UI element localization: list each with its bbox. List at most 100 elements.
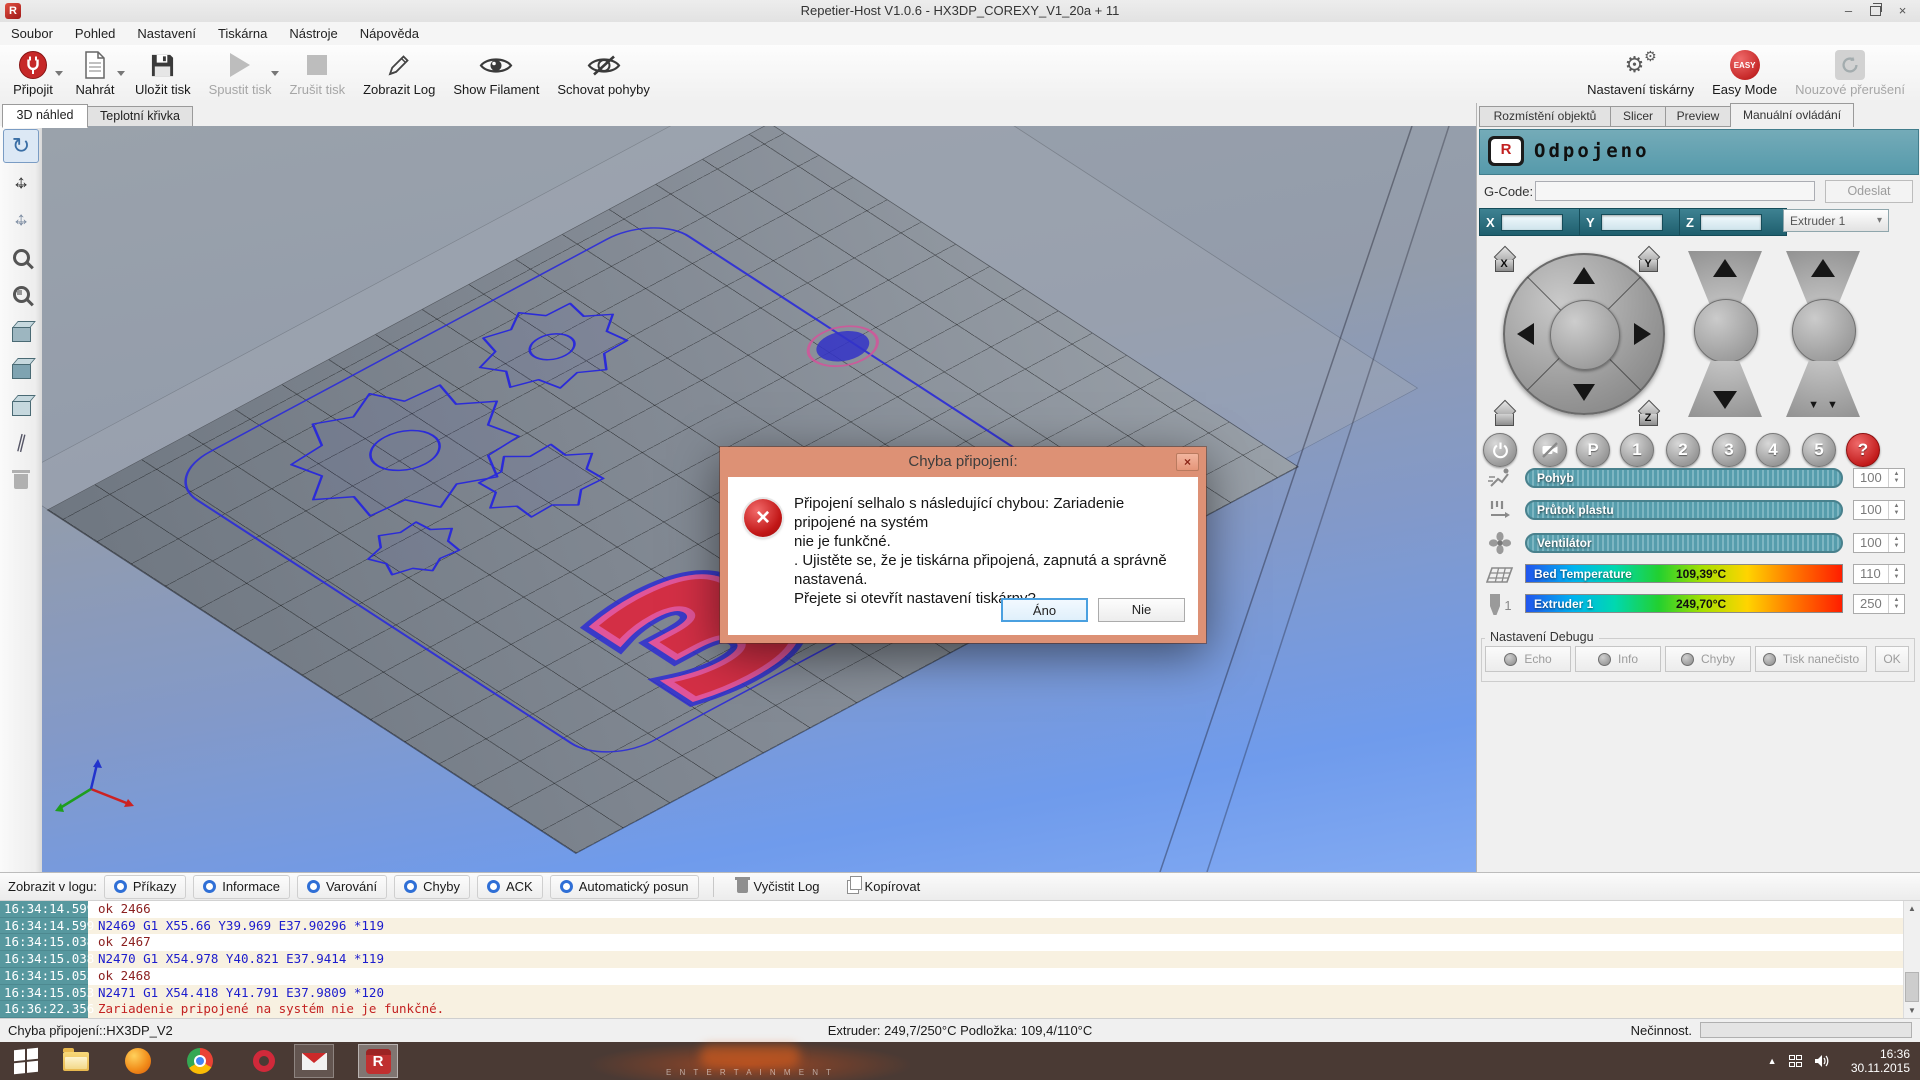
spinner-arrows-icon[interactable]: ▲▼ <box>1888 534 1904 552</box>
spinner-arrows-icon[interactable]: ▲▼ <box>1888 469 1904 487</box>
motors-off-button[interactable] <box>1483 433 1517 467</box>
yes-button[interactable]: Áno <box>1001 598 1088 622</box>
preset-3-button[interactable]: 3 <box>1712 433 1746 467</box>
home-y-button[interactable]: Y <box>1633 247 1663 275</box>
flow-spinner[interactable]: 100▲▼ <box>1853 500 1905 520</box>
spinner-arrows-icon[interactable]: ▲▼ <box>1888 501 1904 519</box>
restore-button[interactable] <box>1862 1 1889 20</box>
extruder-jog-control[interactable]: ▼▼ <box>1781 251 1865 417</box>
volume-icon[interactable] <box>1814 1054 1830 1068</box>
taskbar-repetier[interactable]: R <box>358 1044 398 1078</box>
menu-pohled[interactable]: Pohled <box>64 22 126 45</box>
taskbar-mail[interactable] <box>294 1044 334 1078</box>
zoom-button[interactable] <box>3 240 39 274</box>
dialog-close-button[interactable]: × <box>1176 453 1199 471</box>
log-panel[interactable]: 16:34:14.599ok 2466 16:34:14.599N2469 G1… <box>0 901 1920 1018</box>
taskbar-clock[interactable]: 16:36 30.11.2015 <box>1842 1047 1918 1075</box>
help-button[interactable]: ? <box>1846 433 1880 467</box>
rotate-view-button[interactable]: ↻ <box>3 129 39 163</box>
taskbar-firefox[interactable] <box>118 1044 158 1078</box>
show-filament-button[interactable]: Show Filament <box>444 45 548 103</box>
spinner-arrows-icon[interactable]: ▲▼ <box>1888 595 1904 613</box>
preset-2-button[interactable]: 2 <box>1666 433 1700 467</box>
connect-button[interactable]: Připojit <box>2 45 64 103</box>
preset-1-button[interactable]: 1 <box>1620 433 1654 467</box>
gcode-input[interactable] <box>1535 181 1815 201</box>
connect-dropdown-icon[interactable] <box>55 71 63 76</box>
zoom-fit-button[interactable] <box>3 277 39 311</box>
bed-temperature-bar[interactable]: Bed Temperature 109,39°C <box>1525 564 1843 583</box>
jog-pad-center[interactable] <box>1550 300 1620 370</box>
jog-y-minus-icon[interactable] <box>1573 384 1595 401</box>
parallel-projection-button[interactable]: ∥ <box>3 425 39 459</box>
menu-napoveda[interactable]: Nápověda <box>349 22 430 45</box>
park-button[interactable]: P <box>1576 433 1610 467</box>
menu-nastaveni[interactable]: Nastavení <box>126 22 207 45</box>
filter-varovani[interactable]: Varování <box>297 875 387 899</box>
taskbar-opera[interactable] <box>244 1044 284 1078</box>
taskbar-explorer[interactable] <box>56 1044 96 1078</box>
z-jog-control[interactable] <box>1683 251 1767 417</box>
load-button[interactable]: Nahrát <box>64 45 126 103</box>
extruder-target-spinner[interactable]: 250▲▼ <box>1853 594 1905 614</box>
home-all-button[interactable] <box>1489 401 1519 429</box>
tray-expand-icon[interactable]: ▲ <box>1768 1056 1777 1066</box>
extruder-select[interactable]: Extruder 1▾ <box>1783 209 1889 232</box>
spinner-arrows-icon[interactable]: ▲▼ <box>1888 565 1904 583</box>
flow-slider[interactable]: Průtok plastu <box>1525 500 1843 520</box>
printer-settings-button[interactable]: ⚙⚙ Nastavení tiskárny <box>1578 45 1703 103</box>
no-button[interactable]: Nie <box>1098 598 1185 622</box>
home-z-button[interactable]: Z <box>1633 401 1663 429</box>
hide-travel-button[interactable]: Schovat pohyby <box>548 45 659 103</box>
z-down-button[interactable] <box>1683 361 1767 417</box>
tray-windows-icon[interactable] <box>1789 1055 1803 1067</box>
filter-ack[interactable]: ACK <box>477 875 543 899</box>
tab-3d-nahled[interactable]: 3D náhled <box>2 104 88 128</box>
jog-x-plus-icon[interactable] <box>1634 323 1651 345</box>
tab-manualni-ovladani[interactable]: Manuální ovládání <box>1730 103 1854 127</box>
scroll-down-icon[interactable]: ▼ <box>1904 1003 1920 1018</box>
scroll-up-icon[interactable]: ▲ <box>1904 901 1920 916</box>
move-object-button[interactable]: ↔↕ <box>3 166 39 200</box>
z-jog-center[interactable] <box>1694 299 1758 363</box>
filter-autoscroll[interactable]: Automatický posun <box>550 875 699 899</box>
home-x-button[interactable]: X <box>1489 247 1519 275</box>
menu-nastroje[interactable]: Nástroje <box>278 22 348 45</box>
close-button[interactable]: × <box>1889 1 1916 20</box>
easy-mode-button[interactable]: EASY Easy Mode <box>1703 45 1786 103</box>
preset-4-button[interactable]: 4 <box>1756 433 1790 467</box>
preset-5-button[interactable]: 5 <box>1802 433 1836 467</box>
jog-y-plus-icon[interactable] <box>1573 267 1595 284</box>
move-viewport-button[interactable]: ↔↕ <box>3 203 39 237</box>
menu-soubor[interactable]: Soubor <box>0 22 64 45</box>
start-button[interactable] <box>6 1044 46 1078</box>
xy-jog-pad[interactable] <box>1503 253 1665 415</box>
load-dropdown-icon[interactable] <box>117 71 125 76</box>
fan-spinner[interactable]: 100▲▼ <box>1853 533 1905 553</box>
show-log-button[interactable]: Zobrazit Log <box>354 45 444 103</box>
view-top-button[interactable] <box>3 388 39 422</box>
tab-slicer[interactable]: Slicer <box>1610 106 1666 127</box>
taskbar-chrome[interactable] <box>180 1044 220 1078</box>
tab-teplotni-krivka[interactable]: Teplotní křivka <box>87 106 193 127</box>
copy-log-button[interactable]: Kopírovat <box>837 875 931 899</box>
fan-slider[interactable]: Ventilátor <box>1525 533 1843 553</box>
tab-rozmisteni-objektu[interactable]: Rozmístění objektů <box>1479 106 1611 127</box>
save-print-button[interactable]: Uložit tisk <box>126 45 200 103</box>
webcam-off-button[interactable] <box>1533 433 1567 467</box>
extruder-jog-center[interactable] <box>1792 299 1856 363</box>
menu-tiskarna[interactable]: Tiskárna <box>207 22 278 45</box>
speed-slider[interactable]: Pohyb <box>1525 468 1843 488</box>
filter-prikazy[interactable]: Příkazy <box>104 875 186 899</box>
tab-preview[interactable]: Preview <box>1665 106 1731 127</box>
bed-target-spinner[interactable]: 110▲▼ <box>1853 564 1905 584</box>
minimize-button[interactable]: – <box>1835 1 1862 20</box>
scrollbar-thumb[interactable] <box>1905 972 1919 1002</box>
extrude-button[interactable]: ▼▼ <box>1781 361 1865 417</box>
extruder-temperature-bar[interactable]: Extruder 1 249,70°C <box>1525 594 1843 613</box>
log-scrollbar[interactable]: ▲ ▼ <box>1903 901 1920 1018</box>
speed-spinner[interactable]: 100▲▼ <box>1853 468 1905 488</box>
clear-log-button[interactable]: Vyčistit Log <box>727 875 830 899</box>
jog-x-minus-icon[interactable] <box>1517 323 1534 345</box>
view-iso-button[interactable] <box>3 351 39 385</box>
